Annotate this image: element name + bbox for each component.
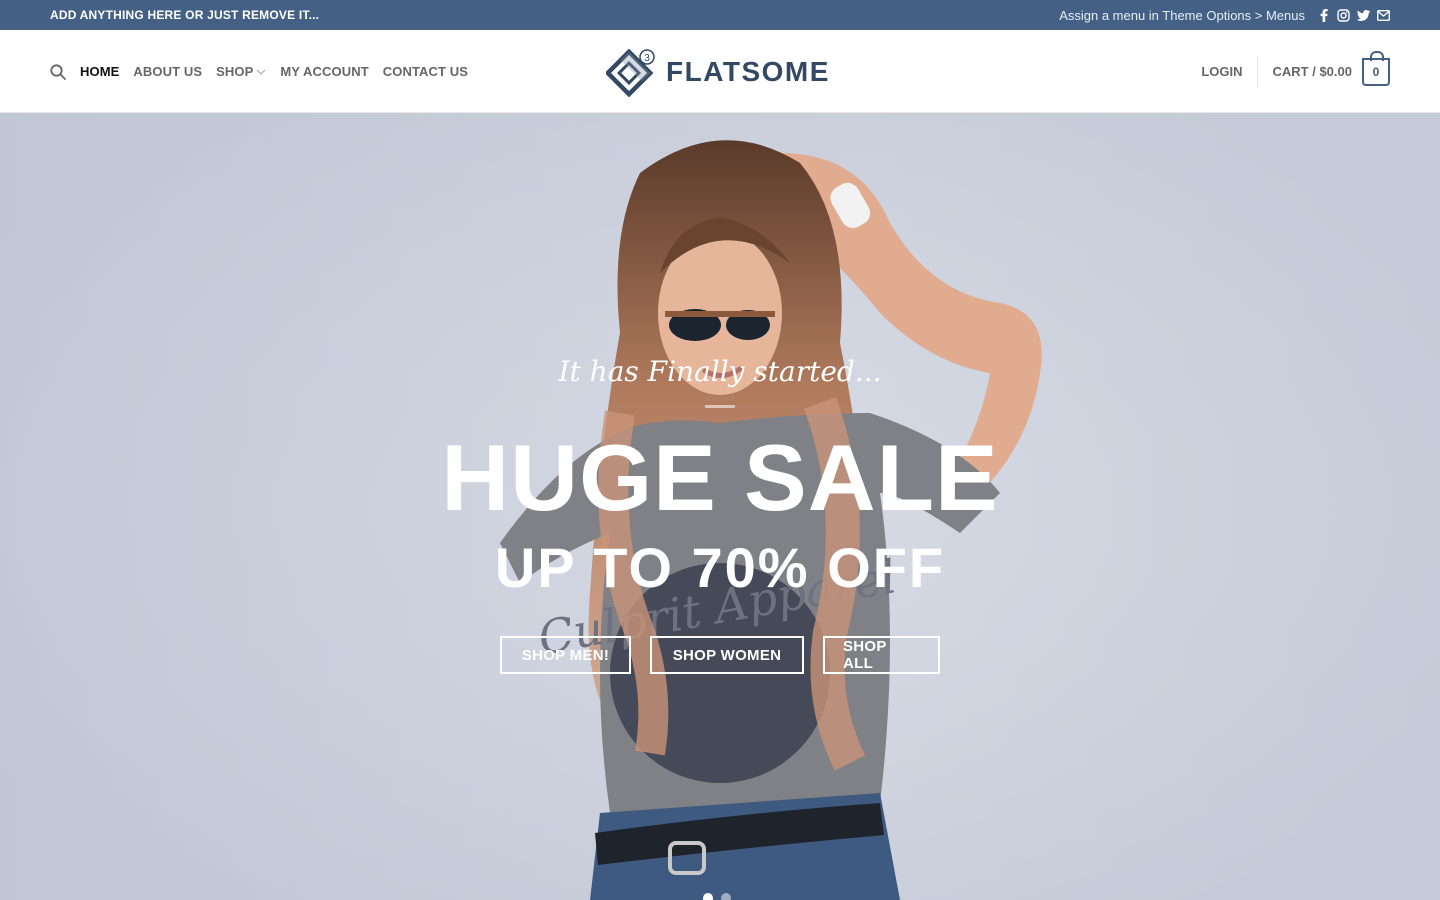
hero-headline: HUGE SALE — [441, 425, 999, 530]
cart-bag-icon[interactable]: 0 — [1362, 50, 1390, 86]
nav-shop-label: SHOP — [216, 64, 254, 79]
header-actions: LOGIN CART / $0.00 0 — [1201, 30, 1390, 113]
top-bar-right: Assign a menu in Theme Options > Menus — [1059, 8, 1390, 23]
shop-all-button[interactable]: SHOP ALL — [823, 636, 940, 674]
chevron-down-icon — [256, 69, 266, 75]
nav-my-account[interactable]: MY ACCOUNT — [273, 64, 375, 79]
logo-text: FLATSOME — [666, 56, 830, 87]
facebook-icon[interactable] — [1317, 8, 1330, 22]
nav-about-us[interactable]: ABOUT US — [126, 64, 209, 79]
hero-tagline: It has Finally started... — [558, 355, 882, 388]
hero-banner: Culprit Apparel It has Finally started..… — [0, 113, 1440, 900]
site-header: HOME ABOUT US SHOP MY ACCOUNT CONTACT US… — [0, 30, 1440, 113]
top-bar-message: ADD ANYTHING HERE OR JUST REMOVE IT... — [50, 8, 320, 22]
nav-contact-us[interactable]: CONTACT US — [376, 64, 475, 79]
hero-buttons: SHOP MEN! SHOP WOMEN SHOP ALL — [0, 636, 1440, 674]
slider-dots — [703, 893, 731, 900]
instagram-icon[interactable] — [1337, 8, 1350, 22]
nav-home[interactable]: HOME — [80, 64, 126, 79]
shop-men-button[interactable]: SHOP MEN! — [500, 636, 631, 674]
nav-shop[interactable]: SHOP — [209, 64, 273, 79]
login-link[interactable]: LOGIN — [1201, 64, 1256, 79]
hero-subline: UP TO 70% OFF — [494, 536, 946, 599]
social-icons — [1317, 8, 1390, 22]
email-icon[interactable] — [1377, 9, 1390, 22]
tagline-divider — [705, 405, 735, 408]
logo-mark-icon: 3 — [606, 48, 655, 97]
cart-count: 0 — [1372, 64, 1380, 79]
top-bar: ADD ANYTHING HERE OR JUST REMOVE IT... A… — [0, 0, 1440, 30]
top-bar-menu-hint[interactable]: Assign a menu in Theme Options > Menus — [1059, 8, 1305, 23]
logo-badge: 3 — [644, 53, 650, 64]
cart-link[interactable]: CART / $0.00 — [1273, 64, 1352, 79]
search-icon[interactable] — [50, 63, 66, 80]
slider-dot-active[interactable] — [703, 893, 713, 900]
shop-women-button[interactable]: SHOP WOMEN — [650, 636, 804, 674]
slider-dot[interactable] — [721, 893, 731, 900]
main-nav: HOME ABOUT US SHOP MY ACCOUNT CONTACT US — [50, 30, 475, 113]
header-divider — [1256, 55, 1258, 88]
twitter-icon[interactable] — [1357, 9, 1370, 22]
site-logo[interactable]: 3 FLATSOME — [606, 47, 830, 97]
